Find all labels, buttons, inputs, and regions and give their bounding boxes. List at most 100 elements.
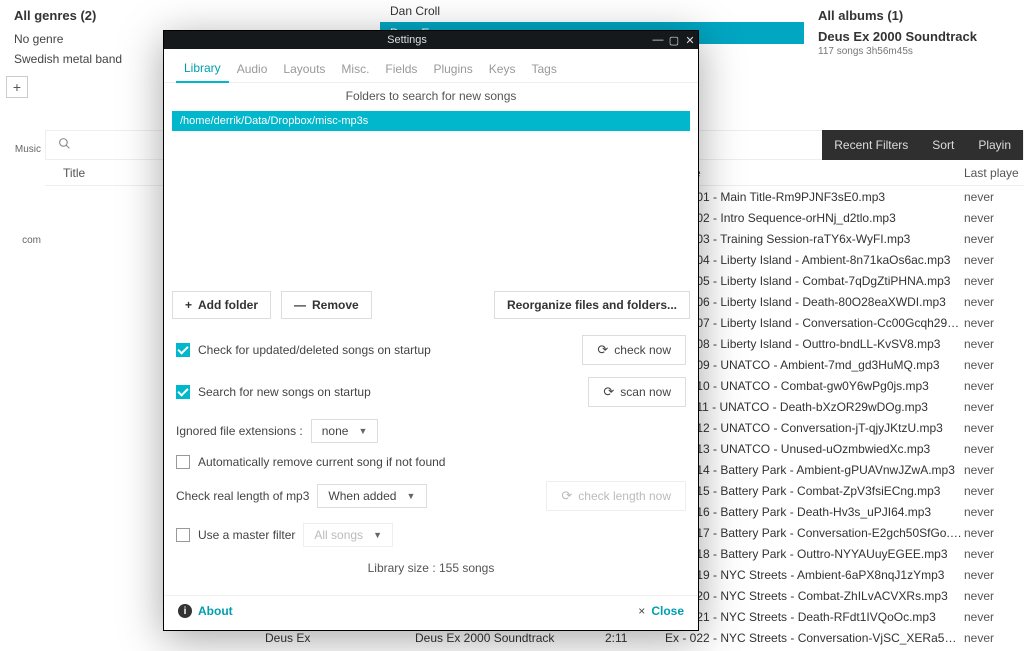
about-label: About [198, 604, 233, 618]
settings-tabs: LibraryAudioLayoutsMisc.FieldsPluginsKey… [164, 49, 698, 83]
check-length-select[interactable]: When added ▼ [317, 484, 427, 508]
album-meta: 117 songs 3h56m45s [818, 46, 1010, 57]
minus-icon: — [294, 298, 306, 312]
master-filter-checkbox[interactable] [176, 528, 190, 542]
settings-tab-keys[interactable]: Keys [481, 56, 524, 82]
check-updated-checkbox[interactable] [176, 343, 190, 357]
close-x-icon: × [638, 604, 645, 618]
track-filename: Ex - 012 - UNATCO - Conversation-jT-qjyJ… [665, 421, 964, 435]
recent-filters-button[interactable]: Recent Filters [822, 130, 920, 160]
track-last-played: never [964, 442, 1024, 456]
track-last-played: never [964, 253, 1024, 267]
add-folder-button[interactable]: + Add folder [172, 291, 271, 319]
ignored-ext-select[interactable]: none ▼ [311, 419, 379, 443]
track-last-played: never [964, 547, 1024, 561]
plus-icon: + [185, 298, 192, 312]
track-filename: Ex - 020 - NYC Streets - Combat-ZhILvACV… [665, 589, 964, 603]
track-artist: Deus Ex [265, 631, 415, 645]
track-last-played: never [964, 295, 1024, 309]
add-folder-label: Add folder [198, 298, 258, 312]
track-last-played: never [964, 589, 1024, 603]
dialog-title: Settings [164, 34, 650, 46]
track-last-played: never [964, 400, 1024, 414]
track-album: Deus Ex 2000 Soundtrack [415, 631, 605, 645]
about-link[interactable]: i About [178, 604, 233, 618]
track-last-played: never [964, 463, 1024, 477]
track-filename: Ex - 022 - NYC Streets - Conversation-Vj… [665, 631, 964, 645]
folder-list[interactable]: /home/derrik/Data/Dropbox/misc-mp3s [172, 111, 690, 281]
remove-folder-button[interactable]: — Remove [281, 291, 372, 319]
track-last-played: never [964, 505, 1024, 519]
settings-tab-plugins[interactable]: Plugins [425, 56, 480, 82]
sidebar-music-label[interactable]: Music [4, 144, 41, 155]
albums-header: All albums (1) [818, 8, 1010, 23]
track-filename: Ex - 014 - Battery Park - Ambient-gPUAVn… [665, 463, 964, 477]
album-title[interactable]: Deus Ex 2000 Soundtrack [818, 29, 1010, 44]
check-now-button[interactable]: ⟳ check now [582, 335, 686, 365]
search-new-checkbox[interactable] [176, 385, 190, 399]
track-filename: Ex - 002 - Intro Sequence-orHNj_d2tlo.mp… [665, 211, 964, 225]
settings-tab-misc[interactable]: Misc. [333, 56, 377, 82]
settings-dialog: Settings — ▢ ✕ LibraryAudioLayoutsMisc.F… [163, 30, 699, 631]
check-length-value: When added [328, 489, 396, 503]
close-label: Close [651, 604, 684, 618]
track-filename: Ex - 011 - UNATCO - Death-bXzOR29wDOg.mp… [665, 400, 964, 414]
track-filename: Ex - 015 - Battery Park - Combat-ZpV3fsi… [665, 484, 964, 498]
albums-panel: All albums (1) Deus Ex 2000 Soundtrack 1… [804, 0, 1024, 130]
check-length-now-button[interactable]: ⟳ check length now [546, 481, 686, 511]
track-filename: Ex - 007 - Liberty Island - Conversation… [665, 316, 964, 330]
reorganize-button[interactable]: Reorganize files and folders... [494, 291, 690, 319]
add-button[interactable]: + [6, 76, 28, 98]
selected-folder-path[interactable]: /home/derrik/Data/Dropbox/misc-mp3s [172, 111, 690, 131]
close-link[interactable]: × Close [638, 604, 684, 618]
track-filename: Ex - 013 - UNATCO - Unused-uOzmbwiedXc.m… [665, 442, 964, 456]
track-filename: Ex - 006 - Liberty Island - Death-80O28e… [665, 295, 964, 309]
dialog-titlebar[interactable]: Settings — ▢ ✕ [164, 31, 698, 49]
refresh-icon: ⟳ [603, 384, 614, 400]
left-sidebar: + Music com [0, 70, 45, 246]
track-filename: Ex - 017 - Battery Park - Conversation-E… [665, 526, 964, 540]
track-filename: Ex - 003 - Training Session-raTY6x-WyFI.… [665, 232, 964, 246]
check-length-label: Check real length of mp3 [176, 489, 309, 503]
track-last-played: never [964, 379, 1024, 393]
search-icon[interactable] [46, 137, 83, 153]
track-filename: Ex - 009 - UNATCO - Ambient-7md_gd3HuMQ.… [665, 358, 964, 372]
track-filename: Ex - 010 - UNATCO - Combat-gw0Y6wPg0js.m… [665, 379, 964, 393]
close-icon[interactable]: ✕ [682, 34, 698, 47]
master-filter-label: Use a master filter [198, 528, 295, 542]
auto-remove-checkbox[interactable] [176, 455, 190, 469]
sidebar-com-label[interactable]: com [4, 235, 41, 246]
track-filename: Ex - 001 - Main Title-Rm9PJNF3sE0.mp3 [665, 190, 964, 204]
track-filename: Ex - 004 - Liberty Island - Ambient-8n71… [665, 253, 964, 267]
col-filename[interactable]: me [684, 166, 964, 180]
track-last-played: never [964, 337, 1024, 351]
check-updated-label: Check for updated/deleted songs on start… [198, 343, 431, 357]
track-filename: Ex - 021 - NYC Streets - Death-RFdt1IVQo… [665, 610, 964, 624]
settings-subtitle: Folders to search for new songs [164, 83, 698, 107]
track-filename: Ex - 016 - Battery Park - Death-Hv3s_uPJ… [665, 505, 964, 519]
track-last-played: never [964, 526, 1024, 540]
track-last-played: never [964, 568, 1024, 582]
remove-folder-label: Remove [312, 298, 359, 312]
scan-now-button[interactable]: ⟳ scan now [588, 377, 686, 407]
settings-tab-layouts[interactable]: Layouts [275, 56, 333, 82]
artist-item[interactable]: Dan Croll [380, 0, 804, 22]
track-filename: Ex - 005 - Liberty Island - Combat-7qDgZ… [665, 274, 964, 288]
sort-button[interactable]: Sort [920, 130, 966, 160]
settings-tab-library[interactable]: Library [176, 55, 229, 83]
maximize-icon[interactable]: ▢ [666, 34, 682, 47]
col-last-played[interactable]: Last playe [964, 166, 1024, 180]
track-last-played: never [964, 274, 1024, 288]
track-last-played: never [964, 358, 1024, 372]
check-length-now-label: check length now [578, 489, 671, 503]
scan-now-label: scan now [620, 385, 671, 399]
track-filename: Ex - 008 - Liberty Island - Outtro-bndLL… [665, 337, 964, 351]
settings-tab-tags[interactable]: Tags [523, 56, 564, 82]
track-length: 2:11 [605, 631, 665, 645]
refresh-icon: ⟳ [561, 488, 572, 504]
settings-tab-fields[interactable]: Fields [377, 56, 425, 82]
settings-tab-audio[interactable]: Audio [229, 56, 276, 82]
playing-button[interactable]: Playin [966, 130, 1023, 160]
minimize-icon[interactable]: — [650, 34, 666, 46]
check-now-label: check now [614, 343, 671, 357]
